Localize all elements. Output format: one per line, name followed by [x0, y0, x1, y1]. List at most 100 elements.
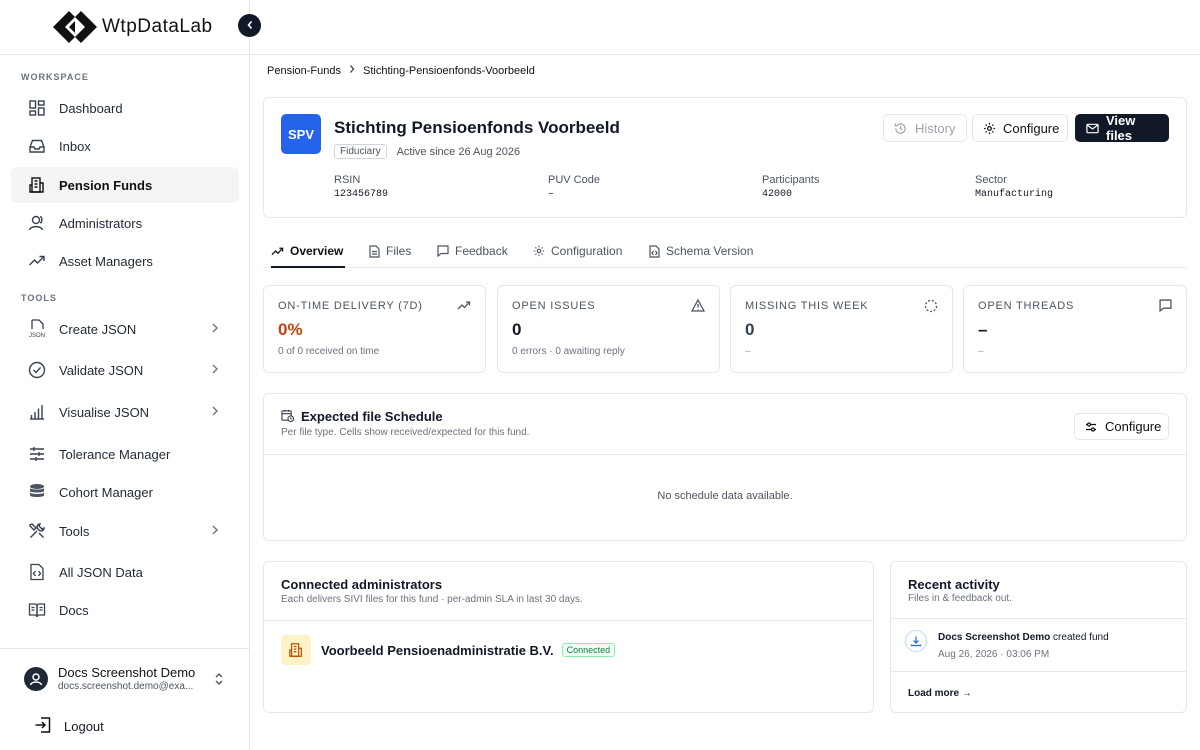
stat-value: –	[978, 320, 988, 339]
main-content: Pension-Funds Stichting-Pensioenfonds-Vo…	[250, 0, 1200, 750]
sidebar-item-pension-funds[interactable]: Pension Funds	[11, 167, 239, 203]
chevrons-up-down-icon	[214, 672, 224, 689]
fund-name: Stichting Pensioenfonds Voorbeeld	[334, 118, 620, 137]
tab-feedback[interactable]: Feedback	[437, 244, 508, 268]
sidebar-item-create-json[interactable]: JSON Create JSON	[11, 311, 239, 347]
sidebar-item-label: Pension Funds	[59, 177, 153, 193]
sidebar-item-label: Asset Managers	[59, 253, 153, 269]
sidebar-item-all-json-data[interactable]: All JSON Data	[11, 554, 239, 590]
breadcrumb-parent[interactable]: Pension-Funds	[267, 65, 341, 77]
field-value: 42000	[762, 189, 793, 200]
field-value: Manufacturing	[975, 189, 1054, 200]
tab-label: Feedback	[455, 244, 508, 258]
role-tag: Fiduciary	[334, 144, 387, 159]
app-name: WtpDataLab	[102, 16, 213, 37]
avatar	[24, 667, 48, 691]
configure-label: Configure	[1003, 120, 1060, 136]
field-label: Sector	[975, 174, 1007, 186]
inbox-icon	[27, 136, 47, 156]
sidebar-item-visualise-json[interactable]: Visualise JSON	[11, 394, 239, 430]
administrator-row[interactable]: Voorbeeld Pensioenadministratie B.V. Con…	[281, 635, 616, 665]
sidebar-item-dashboard[interactable]: Dashboard	[11, 90, 239, 126]
gear-icon	[983, 122, 996, 135]
schedule-subtitle: Per file type. Cells show received/expec…	[281, 427, 530, 438]
field-value: –	[548, 189, 555, 200]
dashed-circle-icon	[924, 299, 938, 316]
stat-label: ON-TIME DELIVERY (7D)	[278, 300, 423, 312]
history-button[interactable]: History	[883, 114, 967, 142]
sidebar-item-label: All JSON Data	[59, 564, 143, 580]
activity-action: created fund	[1053, 632, 1109, 643]
alert-triangle-icon	[690, 298, 706, 315]
bar-chart-icon	[27, 402, 47, 422]
sidebar-item-label: Docs	[59, 602, 89, 618]
code-file-icon	[27, 562, 47, 582]
schema-file-icon	[649, 245, 660, 261]
divider	[891, 671, 1186, 672]
logo[interactable]: WtpDataLab	[0, 0, 249, 55]
tab-overview[interactable]: Overview	[271, 244, 345, 268]
field-label: PUV Code	[548, 174, 600, 186]
history-icon	[894, 122, 907, 135]
trending-up-icon	[457, 299, 471, 314]
field-label: Participants	[762, 174, 820, 186]
mail-icon	[1086, 123, 1099, 134]
tab-label: Overview	[290, 244, 344, 258]
sidebar-item-inbox[interactable]: Inbox	[11, 128, 239, 164]
administrators-title: Connected administrators	[281, 577, 443, 592]
configure-button[interactable]: Configure	[972, 114, 1068, 142]
stat-label: OPEN THREADS	[978, 300, 1075, 312]
schedule-card: Expected file Schedule Per file type. Ce…	[263, 393, 1187, 541]
fund-field: Participants 42000	[762, 174, 819, 200]
user-menu[interactable]: Docs Screenshot Demo docs.screenshot.dem…	[12, 659, 238, 699]
trending-up-icon	[271, 245, 284, 260]
sidebar-item-docs[interactable]: Docs	[11, 592, 239, 628]
stat-sub: –	[978, 346, 984, 357]
divider	[891, 618, 1186, 619]
sidebar-item-cohort-manager[interactable]: Cohort Manager	[11, 474, 239, 510]
sidebar-item-tools[interactable]: Tools	[11, 513, 239, 549]
message-icon	[437, 245, 449, 260]
logo-mark-icon	[52, 10, 98, 44]
fund-avatar: SPV	[281, 114, 321, 154]
sidebar-item-label: Dashboard	[59, 100, 123, 116]
sidebar-item-label: Administrators	[59, 215, 143, 231]
tab-configuration[interactable]: Configuration	[533, 244, 622, 268]
stat-value: 0%	[278, 320, 303, 339]
tab-schema-version[interactable]: Schema Version	[649, 244, 753, 268]
divider	[264, 454, 1186, 455]
chevron-left-icon	[246, 18, 254, 33]
logout-button[interactable]: Logout	[34, 716, 104, 737]
stat-value: 0	[512, 320, 522, 339]
activity-actor: Docs Screenshot Demo	[938, 632, 1051, 643]
sidebar-item-validate-json[interactable]: Validate JSON	[11, 352, 239, 388]
active-since: Active since 26 Aug 2026	[396, 145, 521, 158]
activity-subtitle: Files in & feedback out.	[908, 593, 1012, 604]
recent-activity-card: Recent activity Files in & feedback out.…	[890, 561, 1187, 713]
breadcrumb-current: Stichting-Pensioenfonds-Voorbeeld	[363, 64, 535, 77]
administrator-name: Voorbeeld Pensioenadministratie B.V.	[321, 642, 554, 658]
schedule-empty-message: No schedule data available.	[657, 490, 793, 502]
file-icon	[369, 245, 380, 261]
stat-sub: –	[745, 346, 751, 357]
database-icon	[27, 482, 47, 502]
user-name: Docs Screenshot Demo	[58, 664, 196, 680]
book-icon	[27, 600, 47, 620]
sidebar-item-administrators[interactable]: Administrators	[11, 205, 239, 241]
schedule-configure-button[interactable]: Configure	[1074, 413, 1169, 440]
chevron-right-icon	[211, 524, 219, 539]
sliders-icon	[27, 444, 47, 464]
status-badge: Connected	[561, 643, 616, 657]
collapse-sidebar-button[interactable]	[238, 14, 261, 37]
tab-files[interactable]: Files	[369, 244, 411, 268]
field-label: RSIN	[334, 174, 361, 186]
sidebar-item-tolerance-manager[interactable]: Tolerance Manager	[11, 436, 239, 472]
activity-time: Aug 26, 2026 · 03:06 PM	[938, 649, 1050, 660]
trending-up-icon	[27, 251, 47, 271]
sidebar-item-label: Create JSON	[59, 321, 137, 337]
stat-card-on-time-delivery: ON-TIME DELIVERY (7D) 0% 0 of 0 received…	[263, 285, 486, 373]
view-files-button[interactable]: View files	[1075, 113, 1169, 143]
load-more-link[interactable]: Load more →	[908, 688, 972, 699]
sidebar-item-asset-managers[interactable]: Asset Managers	[11, 243, 239, 279]
chevron-right-icon	[211, 322, 219, 337]
